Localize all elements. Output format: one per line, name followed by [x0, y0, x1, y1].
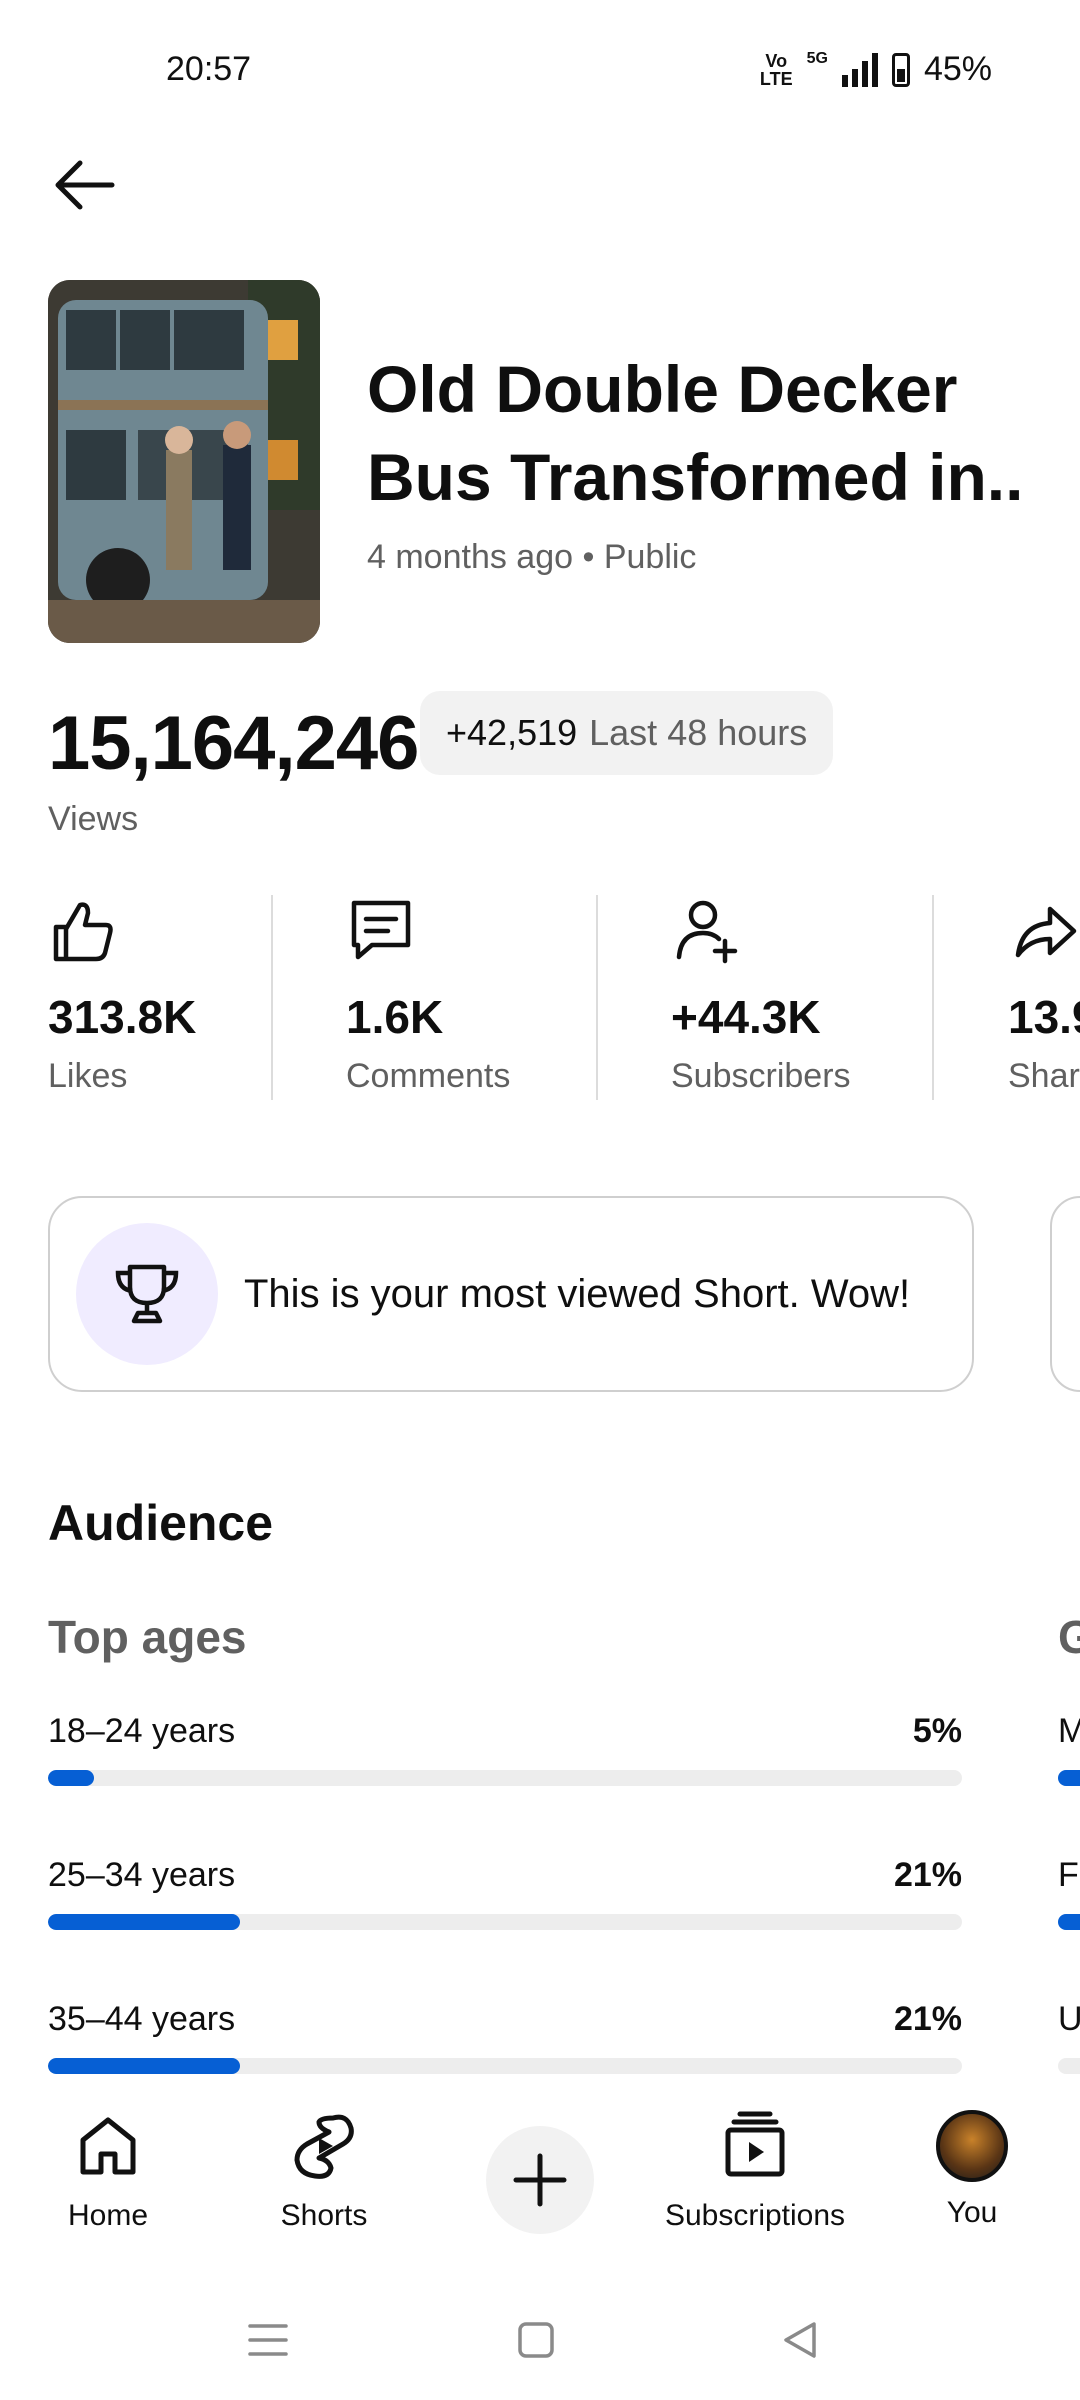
views-period: Last 48 hours [589, 712, 808, 753]
create-button[interactable] [486, 2126, 594, 2234]
bottom-nav: Home Shorts Subscriptions You [0, 2110, 1080, 2280]
age-bar-track [48, 1770, 962, 1786]
home-square-icon[interactable] [516, 2320, 556, 2360]
bus-thumbnail-image [48, 280, 320, 643]
gender-row-peek: U [1058, 2000, 1080, 2038]
metric-value: 13.9 [1008, 991, 1080, 1043]
divider [596, 895, 598, 1100]
volte-icon: Vo LTE [759, 50, 793, 89]
age-row: 35–44 years 21% [48, 2000, 962, 2080]
back-button[interactable] [50, 155, 120, 215]
divider [271, 895, 273, 1100]
nav-label: You [946, 2196, 998, 2229]
plus-icon [513, 2153, 567, 2207]
nav-label: Shorts [280, 2199, 368, 2232]
gender-bar-peek [1058, 1770, 1080, 1786]
nav-label: Home [67, 2199, 149, 2232]
age-bar-track [48, 1914, 962, 1930]
divider [932, 895, 934, 1100]
video-thumbnail[interactable] [48, 280, 320, 643]
age-percent: 21% [893, 1856, 962, 1894]
metric-label: Shar [1008, 1057, 1080, 1095]
views-label: Views [48, 800, 139, 838]
age-percent: 21% [893, 2000, 962, 2038]
nav-shorts[interactable]: Shorts [274, 2110, 374, 2233]
video-title: Old Double Decker Bus Transformed in.. [367, 352, 1024, 514]
gender-row-peek: F [1058, 1856, 1079, 1894]
status-icons: Vo LTE 5G 45% [760, 50, 992, 89]
video-meta: 4 months ago • Public [367, 538, 697, 576]
trophy-icon [115, 1264, 179, 1324]
age-label: 18–24 years [48, 1712, 236, 1750]
arrow-back-icon [55, 160, 115, 210]
top-ages-heading: Top ages [48, 1611, 247, 1663]
age-row: 18–24 years 5% [48, 1712, 962, 1792]
age-percent: 5% [912, 1712, 962, 1750]
metric-value: 313.8K [48, 991, 197, 1043]
gender-heading-peek: G [1058, 1611, 1080, 1663]
audience-heading: Audience [48, 1495, 274, 1551]
views-delta: +42,519 [446, 712, 578, 753]
home-icon [80, 2117, 136, 2175]
metric-label: Subscribers [671, 1057, 851, 1095]
age-bar-fill [48, 1914, 240, 1930]
next-card-peek[interactable] [1050, 1196, 1080, 1392]
back-triangle-icon[interactable] [780, 2320, 820, 2360]
metric-value: +44.3K [671, 991, 821, 1043]
signal-icon [841, 52, 878, 87]
system-nav-bar [0, 2280, 1080, 2400]
battery-icon [891, 52, 910, 87]
nav-you[interactable]: You [922, 2110, 1022, 2230]
comment-icon [351, 900, 411, 960]
gender-row-peek: M [1058, 1712, 1080, 1750]
age-bar-fill [48, 2058, 240, 2074]
trophy-badge [76, 1223, 218, 1365]
gender-bar-peek [1058, 2058, 1080, 2074]
subscriptions-icon [725, 2111, 785, 2177]
age-bar-track [48, 2058, 962, 2074]
battery-percent: 45% [923, 50, 992, 88]
most-viewed-card[interactable]: This is your most viewed Short. Wow! [48, 1196, 974, 1392]
shorts-icon [294, 2114, 354, 2179]
nav-label: Subscriptions [664, 2199, 846, 2232]
views-count: 15,164,246 [48, 701, 419, 786]
nav-subscriptions[interactable]: Subscriptions [660, 2110, 850, 2233]
age-label: 25–34 years [48, 1856, 236, 1894]
metric-label: Comments [346, 1057, 511, 1095]
metric-label: Likes [48, 1057, 128, 1095]
age-row: 25–34 years 21% [48, 1856, 962, 1936]
age-label: 35–44 years [48, 2000, 236, 2038]
most-viewed-text: This is your most viewed Short. Wow! [244, 1271, 911, 1316]
share-icon [1015, 906, 1077, 958]
nav-home[interactable]: Home [58, 2110, 158, 2233]
status-time: 20:57 [166, 50, 252, 88]
thumb-up-icon [53, 902, 113, 962]
views-delta-badge: +42,519 Last 48 hours [420, 691, 834, 775]
person-add-icon [676, 900, 738, 964]
age-bar-fill [48, 1770, 94, 1786]
metric-value: 1.6K [346, 991, 444, 1043]
metric-shares[interactable]: 13.9 Shar [1008, 895, 1080, 1100]
avatar [936, 2110, 1008, 2182]
gender-bar-peek [1058, 1914, 1080, 1930]
menu-icon[interactable] [246, 2320, 290, 2360]
network-icon: 5G [806, 50, 828, 67]
